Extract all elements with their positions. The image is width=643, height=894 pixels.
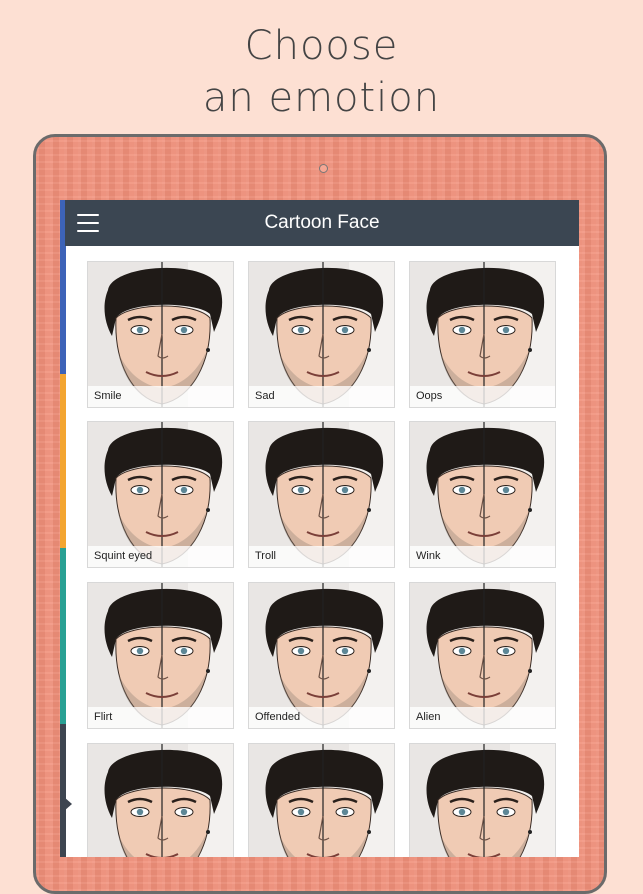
emotion-tile[interactable]: Smile <box>87 261 234 408</box>
app-bar: Cartoon Face <box>65 200 579 246</box>
emotion-label: Flirt <box>88 707 233 728</box>
emotion-label: Wink <box>410 546 555 567</box>
emotion-label: Oops <box>410 386 555 407</box>
side-arrow-icon <box>64 797 72 811</box>
emotion-label: Offended <box>249 707 394 728</box>
headline: Choose an emotion <box>0 20 643 124</box>
emotion-label: Troll <box>249 546 394 567</box>
accent-bar-teal <box>60 548 66 724</box>
emotion-label: Alien <box>410 707 555 728</box>
emotion-label: Squint eyed <box>88 546 233 567</box>
accent-bar-orange <box>60 374 66 548</box>
emotion-tile[interactable]: Flirt <box>87 582 234 729</box>
emotion-tile[interactable] <box>409 743 556 857</box>
emotion-tile[interactable]: Wink <box>409 421 556 568</box>
emotion-tile[interactable]: Offended <box>248 582 395 729</box>
emotion-tile[interactable]: Oops <box>409 261 556 408</box>
emotion-label: Smile <box>88 386 233 407</box>
headline-line-2: an emotion <box>202 75 441 121</box>
emotion-label: Sad <box>249 386 394 407</box>
emotion-tile[interactable]: Squint eyed <box>87 421 234 568</box>
app-screen: Cartoon Face Smile Sad Oops Squint eyed … <box>60 200 579 857</box>
accent-bar-dark <box>60 724 66 857</box>
emotion-tile[interactable]: Alien <box>409 582 556 729</box>
emotion-tile[interactable] <box>87 743 234 857</box>
camera-dot <box>319 164 328 173</box>
emotion-tile[interactable]: Sad <box>248 261 395 408</box>
emotion-tile[interactable] <box>248 743 395 857</box>
emotion-tile[interactable]: Troll <box>248 421 395 568</box>
app-title: Cartoon Face <box>264 212 380 233</box>
headline-line-1: Choose <box>244 23 399 69</box>
